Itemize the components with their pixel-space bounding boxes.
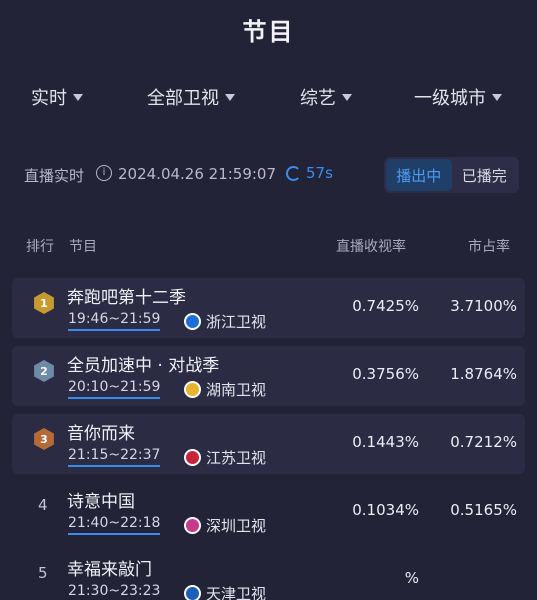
filter-city[interactable]: 一级城市 [414,84,502,110]
channel: 湖南卫视 [184,379,266,400]
share-value: 3.7100% [450,297,517,315]
status-row: 直播实时 i 2024.04.26 21:59:07 57s 播出中 已播完 [24,157,524,193]
airtime: 21:15~22:37 [68,447,161,467]
channel-name: 江苏卫视 [206,449,267,467]
program-name: 幸福来敲门 [67,560,152,580]
filter-category[interactable]: 综艺 [300,84,352,110]
channel-name: 湖南卫视 [206,381,267,399]
program-name: 诗意中国 [67,492,135,512]
program-name: 全员加速中 · 对战季 [67,356,220,376]
channel-name: 天津卫视 [206,585,267,600]
channel: 天津卫视 [184,583,266,600]
share-value: 0.7212% [450,433,517,451]
channel: 深圳卫视 [184,515,266,536]
column-rank: 排行 [26,239,54,255]
info-icon[interactable]: i [96,165,112,181]
hunan-tv-logo-icon [184,381,201,398]
filter-city-label: 一级城市 [414,88,486,109]
share-value: 0.5165% [450,501,517,519]
share-value: 1.8764% [450,365,517,383]
program-name: 奔跑吧第十二季 [67,288,186,308]
tab-on-air[interactable]: 播出中 [386,159,452,191]
rank-number: 5 [38,564,48,582]
filter-bar: 实时 全部卫视 综艺 一级城市 [0,84,537,114]
refresh-icon [286,165,301,181]
airtime: 21:40~22:18 [68,515,161,535]
filter-time[interactable]: 实时 [31,84,83,110]
caret-down-icon [73,93,83,101]
table-row[interactable]: 1 奔跑吧第十二季 19:46~21:59 浙江卫视 0.7425% 3.710… [12,278,525,338]
column-rating[interactable]: 直播收视率 [336,236,406,256]
table-row[interactable]: 3 音你而来 21:15~22:37 江苏卫视 0.1443% 0.7212% [12,414,525,474]
broadcast-toggle: 播出中 已播完 [384,157,519,193]
silver-medal-icon: 2 [33,360,55,382]
rating-value: % [404,569,419,587]
jiangsu-tv-logo-icon [184,449,201,466]
table-row[interactable]: 5 幸福来敲门 21:30~23:23 天津卫视 % [12,550,525,600]
table-header: 排行 节目 直播收视率 市占率 [0,236,537,258]
shenzhen-tv-logo-icon [184,517,201,534]
rank-number: 4 [38,496,48,514]
refresh-countdown[interactable]: 57s [286,164,333,182]
rating-value: 0.1034% [352,501,419,519]
filter-category-label: 综艺 [300,88,336,109]
timestamp: 2024.04.26 21:59:07 [118,165,277,183]
filter-channel[interactable]: 全部卫视 [147,84,235,110]
zhejiang-tv-logo-icon [184,313,201,330]
column-share[interactable]: 市占率 [468,236,510,256]
table-row[interactable]: 2 全员加速中 · 对战季 20:10~21:59 湖南卫视 0.3756% 1… [12,346,525,406]
channel: 浙江卫视 [184,311,266,332]
column-program: 节目 [69,239,97,255]
tab-finished[interactable]: 已播完 [452,159,518,191]
caret-down-icon [492,93,502,101]
caret-down-icon [342,93,352,101]
program-name: 音你而来 [67,424,135,444]
refresh-seconds: 57s [306,164,333,182]
tianjin-tv-logo-icon [184,585,201,600]
channel-name: 深圳卫视 [206,517,267,535]
live-label: 直播实时 [24,167,85,185]
page-title: 节目 [242,18,295,46]
filter-time-label: 实时 [31,88,67,109]
gold-medal-icon: 1 [33,292,55,314]
rating-value: 0.1443% [352,433,419,451]
channel: 江苏卫视 [184,447,266,468]
rating-value: 0.3756% [352,365,419,383]
rating-value: 0.7425% [352,297,419,315]
table-row[interactable]: 4 诗意中国 21:40~22:18 深圳卫视 0.1034% 0.5165% [12,482,525,542]
channel-name: 浙江卫视 [206,313,267,331]
airtime: 20:10~21:59 [68,379,161,399]
caret-down-icon [225,93,235,101]
bronze-medal-icon: 3 [33,428,55,450]
airtime: 19:46~21:59 [68,311,161,331]
airtime: 21:30~23:23 [68,583,160,600]
filter-channel-label: 全部卫视 [147,88,219,109]
